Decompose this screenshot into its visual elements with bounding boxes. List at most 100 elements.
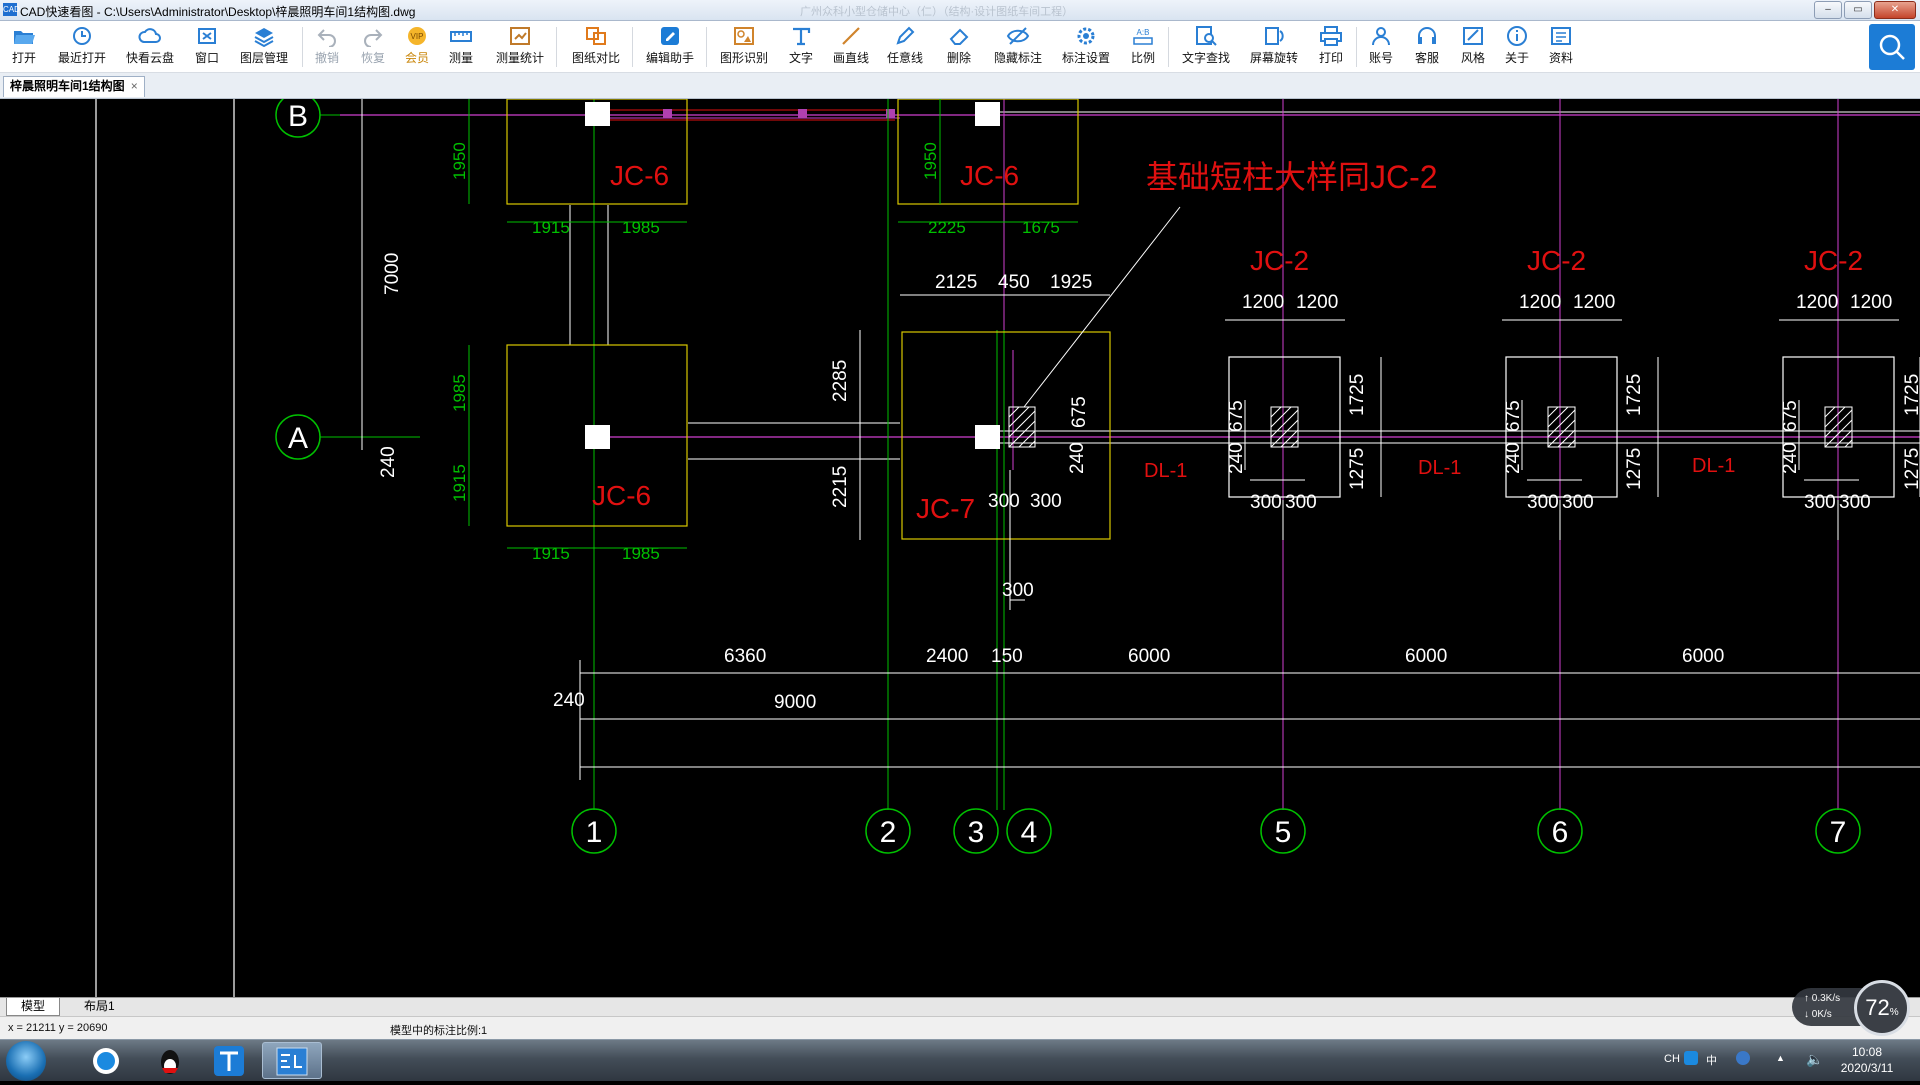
toolbar-compare-button[interactable]: 图纸对比 [568, 25, 624, 69]
label-dl1-a: DL-1 [1144, 460, 1187, 482]
toolbar-about-button[interactable]: 关于 [1502, 25, 1532, 69]
window-icon [195, 25, 219, 47]
label-jc6-bottom: JC-6 [592, 480, 651, 511]
taskbar-browser-button[interactable] [76, 1042, 136, 1079]
dim-1275-7: 1275 [1902, 448, 1920, 490]
tab-document[interactable]: 梓晨照明车间1结构图 × [3, 76, 145, 97]
ruler-icon [449, 25, 473, 47]
toolbar-separator [1356, 27, 1357, 67]
dim-240-6: 240 [1503, 442, 1524, 474]
search-icon [1879, 34, 1905, 60]
toolbar-print-button[interactable]: 打印 [1316, 25, 1346, 69]
show-hidden-icons[interactable]: ▲ [1776, 1053, 1785, 1063]
rotate-icon [1262, 25, 1286, 47]
tab-layout1[interactable]: 布局1 [70, 998, 129, 1015]
taskbar-cad-button[interactable] [262, 1042, 322, 1079]
upload-speed: ↑ 0.3K/s [1804, 993, 1841, 1004]
dim-300-5a: 300 [1250, 492, 1282, 513]
toolbar-separator [1168, 27, 1169, 67]
dim-1200-6b: 1200 [1573, 292, 1615, 313]
volume-icon[interactable]: 🔈 [1806, 1051, 1823, 1068]
taskbar: CH 中 ▲ 🔈 10:08 2020/3/11 [0, 1039, 1920, 1081]
toolbar-text-button[interactable]: 文字 [786, 25, 816, 69]
taskbar-text-app-button[interactable] [200, 1042, 260, 1079]
toolbar-support-button[interactable]: 客服 [1412, 25, 1442, 69]
toolbar-annotation-settings-button[interactable]: 标注设置 [1058, 25, 1114, 69]
toolbar-account-button[interactable]: 账号 [1366, 25, 1396, 69]
close-button[interactable]: ✕ [1874, 1, 1916, 19]
dim-7000: 7000 [382, 253, 403, 295]
network-speed-widget[interactable]: ↑ 0.3K/s ↓ 0K/s 72% [1792, 980, 1910, 1036]
dim-1725-7: 1725 [1902, 374, 1920, 416]
dim-240-7: 240 [1780, 442, 1801, 474]
axis-label-3: 3 [968, 816, 985, 849]
dim-675-5: 675 [1226, 400, 1247, 432]
dim-1275-5: 1275 [1347, 448, 1368, 490]
download-speed: ↓ 0K/s [1804, 1009, 1832, 1020]
toolbar-cloud-button[interactable]: 快看云盘 [122, 25, 178, 69]
ime-icon[interactable] [1684, 1051, 1698, 1065]
start-button[interactable] [6, 1041, 46, 1081]
tab-model[interactable]: 模型 [6, 998, 61, 1016]
dim-1675: 1675 [1022, 218, 1060, 237]
label-dl1-c: DL-1 [1692, 455, 1735, 477]
dim-300-5b: 300 [1285, 492, 1317, 513]
toolbar-delete-button[interactable]: 删除 [944, 25, 974, 69]
drawing-canvas[interactable]: B A 1 2 3 4 5 6 7 JC-6 JC-6 JC-6 JC-7 JC… [0, 99, 1920, 997]
tab-close-icon[interactable]: × [131, 79, 138, 93]
annotation-settings-icon [1074, 25, 1098, 47]
taskbar-qq-button[interactable] [140, 1042, 200, 1079]
toolbar-hide-annotations-button[interactable]: 隐藏标注 [990, 25, 1046, 69]
toolbar-freehand-button[interactable]: 任意线 [884, 25, 926, 69]
toolbar-shape-recognition-button[interactable]: 图形识别 [716, 25, 772, 69]
clock-icon [70, 25, 94, 47]
title-bar: CAD CAD快速看图 - C:\Users\Administrator\Des… [0, 0, 1920, 21]
dim-1915-top: 1915 [532, 218, 570, 237]
dim-300-6a: 300 [1527, 492, 1559, 513]
toolbar-line-button[interactable]: 画直线 [830, 25, 872, 69]
dim-240-jc7: 240 [1067, 442, 1088, 474]
dim-1275-6: 1275 [1624, 448, 1645, 490]
toolbar-separator [556, 27, 557, 67]
toolbar-scale-button[interactable]: A:B 比例 [1128, 25, 1158, 69]
toolbar-text-search-button[interactable]: 文字查找 [1178, 25, 1234, 69]
toolbar-layers-button[interactable]: 图层管理 [236, 25, 292, 69]
toolbar-open-button[interactable]: 打开 [8, 25, 40, 69]
toolbar-redo-button[interactable]: 恢复 [358, 25, 388, 69]
toolbar-vip-button[interactable]: VIP 会员 [402, 25, 432, 69]
maximize-button[interactable]: ▭ [1844, 1, 1872, 19]
shape-recognition-icon [732, 25, 756, 47]
label-jc2-5: JC-2 [1250, 245, 1309, 276]
label-dl1-b: DL-1 [1418, 457, 1461, 479]
search-button[interactable] [1869, 24, 1915, 70]
info-icon [1505, 25, 1529, 47]
toolbar-separator [302, 27, 303, 67]
toolbar-recent-button[interactable]: 最近打开 [54, 25, 110, 69]
dim-9000: 9000 [774, 692, 816, 713]
toolbar-rotate-button[interactable]: 屏幕旋转 [1246, 25, 1302, 69]
language-indicator[interactable]: CH [1664, 1053, 1680, 1065]
faint-title-text: 广州众科小型仓储中心（仁）（结构·设计图纸车间工程） [800, 6, 1074, 18]
toolbar-edit-assistant-button[interactable]: 编辑助手 [642, 25, 698, 69]
toolbar-undo-button[interactable]: 撤销 [312, 25, 342, 69]
text-search-icon [1194, 25, 1218, 47]
toolbar-style-button[interactable]: 风格 [1458, 25, 1488, 69]
taskbar-clock[interactable]: 10:08 2020/3/11 [1830, 1044, 1904, 1076]
toolbar-resources-button[interactable]: 资料 [1546, 25, 1576, 69]
ime-mode-indicator[interactable]: 中 [1706, 1052, 1717, 1068]
dim-1925: 1925 [1050, 272, 1092, 293]
folder-open-icon [12, 25, 36, 47]
dim-300-7b: 300 [1839, 492, 1871, 513]
help-icon[interactable] [1736, 1051, 1750, 1065]
label-jc2-6: JC-2 [1527, 245, 1586, 276]
axis-label-4: 4 [1021, 816, 1038, 849]
minimize-button[interactable]: – [1814, 1, 1842, 19]
dim-300-jc7-b: 300 [1030, 491, 1062, 512]
axis-label-5: 5 [1275, 816, 1292, 849]
label-jc2-7: JC-2 [1804, 245, 1863, 276]
label-jc7: JC-7 [916, 493, 975, 524]
toolbar-window-button[interactable]: 窗口 [192, 25, 222, 69]
axis-label-a: A [288, 422, 308, 455]
toolbar-measure-stats-button[interactable]: 测量统计 [492, 25, 548, 69]
toolbar-measure-button[interactable]: 测量 [446, 25, 476, 69]
